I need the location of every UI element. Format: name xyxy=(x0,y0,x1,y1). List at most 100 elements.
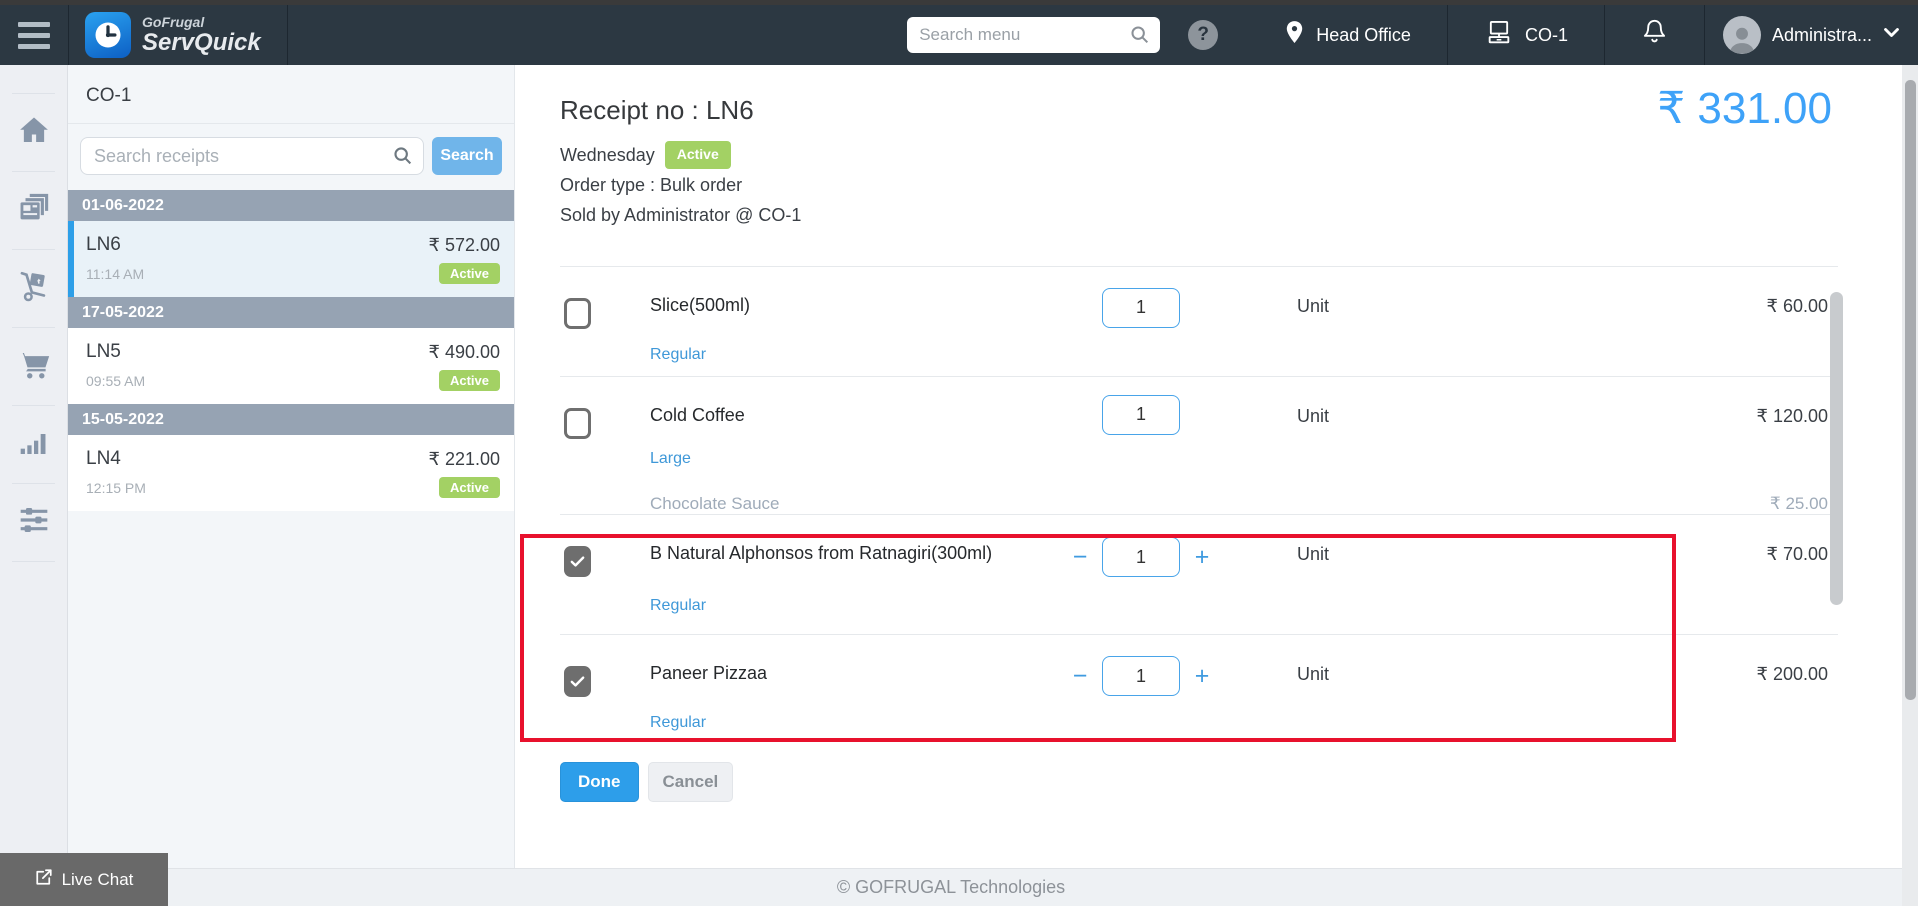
brand-top-label: GoFrugal xyxy=(142,14,205,31)
receipts-icon xyxy=(16,191,52,230)
receipt-amount: ₹ 572.00 xyxy=(428,234,500,255)
hand-truck-icon xyxy=(16,269,52,308)
avatar xyxy=(1722,16,1761,54)
live-chat-button[interactable]: Live Chat xyxy=(0,853,168,906)
quantity-increase-button[interactable]: + xyxy=(1193,544,1211,570)
done-button[interactable]: Done xyxy=(560,761,639,802)
receipt-time: 09:55 AM xyxy=(86,372,146,389)
brand-logo[interactable]: GoFrugal ServQuick xyxy=(69,12,287,58)
receipt-list-item[interactable]: LN6 ₹ 572.00 11:14 AM Active xyxy=(68,221,514,297)
navbar-divider xyxy=(286,5,288,65)
search-icon[interactable] xyxy=(392,145,414,172)
item-name: B Natural Alphonsos from Ratnagiri(300ml… xyxy=(650,542,993,563)
item-variant-link[interactable]: Large xyxy=(650,450,1071,468)
bell-icon xyxy=(1641,18,1668,52)
receipt-search-bar: Search xyxy=(68,124,514,190)
terminal-selector[interactable]: CO-1 xyxy=(1448,5,1604,65)
chevron-down-icon xyxy=(1883,26,1900,44)
item-name: Paneer Pizzaa xyxy=(650,662,768,683)
footer: © GOFRUGAL Technologies xyxy=(0,868,1902,906)
item-variant-link[interactable]: Regular xyxy=(650,346,1071,370)
item-addon-price: ₹ 25.00 xyxy=(1769,493,1828,513)
quantity-input[interactable] xyxy=(1102,656,1180,696)
item-variant-link[interactable]: Regular xyxy=(650,714,1071,739)
help-button[interactable]: ? xyxy=(1188,20,1219,50)
item-variant-link[interactable]: Regular xyxy=(650,597,1071,624)
sidebar-item-settings[interactable] xyxy=(0,484,67,561)
pos-terminal-icon xyxy=(1484,19,1514,52)
window-scrollbar-thumb[interactable] xyxy=(1905,80,1916,700)
location-label: Head Office xyxy=(1316,24,1411,45)
status-badge: Active xyxy=(664,141,731,169)
sold-by-label: Sold by Administrator @ CO-1 xyxy=(560,204,802,225)
menu-search-input[interactable] xyxy=(907,17,1161,53)
sidebar-divider xyxy=(12,561,55,562)
brand-text: GoFrugal ServQuick xyxy=(142,15,261,55)
user-label: Administra... xyxy=(1771,24,1872,45)
left-sidebar xyxy=(0,65,68,868)
order-item-row: Paneer Pizzaa − + Unit ₹ 200.00 Regular xyxy=(560,633,1838,746)
order-item-row: Cold Coffee − + Unit ₹ 120.00 Large Choc… xyxy=(560,375,1838,514)
date-group-header: 15-05-2022 xyxy=(68,404,514,435)
cancel-button[interactable]: Cancel xyxy=(647,761,734,802)
receipt-time: 11:14 AM xyxy=(86,265,145,282)
live-chat-label: Live Chat xyxy=(61,869,134,889)
item-checkbox[interactable] xyxy=(564,545,591,577)
item-unit: Unit xyxy=(1297,295,1330,316)
sidebar-item-receipts[interactable] xyxy=(0,172,67,249)
item-unit: Unit xyxy=(1297,663,1330,684)
receipt-list-item[interactable]: LN5 ₹ 490.00 09:55 AM Active xyxy=(68,328,514,404)
date-group-header: 01-06-2022 xyxy=(68,190,514,221)
receipt-amount: ₹ 490.00 xyxy=(428,341,500,362)
sidebar-item-reports[interactable] xyxy=(0,406,67,483)
item-name: Cold Coffee xyxy=(650,404,745,425)
item-price: ₹ 70.00 xyxy=(1766,543,1829,564)
item-checkbox[interactable] xyxy=(564,407,591,439)
receipt-id: LN6 xyxy=(86,234,121,255)
hamburger-menu-button[interactable] xyxy=(0,21,68,49)
brand-bottom-label: ServQuick xyxy=(142,28,261,56)
servquick-logo-icon xyxy=(85,12,131,58)
receipt-list-item[interactable]: LN4 ₹ 221.00 12:15 PM Active xyxy=(68,435,514,511)
item-price: ₹ 120.00 xyxy=(1756,405,1828,426)
store-label: CO-1 xyxy=(68,65,514,124)
status-badge: Active xyxy=(438,477,500,498)
menu-search xyxy=(907,17,1161,53)
status-badge: Active xyxy=(438,370,500,391)
item-price: ₹ 200.00 xyxy=(1756,663,1828,684)
date-group-header: 17-05-2022 xyxy=(68,297,514,328)
quantity-input[interactable] xyxy=(1102,394,1180,435)
quantity-decrease-button[interactable]: − xyxy=(1071,544,1089,570)
user-menu[interactable]: Administra... xyxy=(1705,5,1918,65)
item-price: ₹ 60.00 xyxy=(1766,295,1829,316)
item-checkbox[interactable] xyxy=(564,665,591,697)
receipt-id: LN4 xyxy=(86,448,121,469)
sliders-icon xyxy=(16,504,52,541)
external-link-icon xyxy=(35,868,53,891)
sidebar-item-purchase[interactable] xyxy=(0,250,67,327)
quantity-input[interactable] xyxy=(1102,287,1180,328)
quantity-input[interactable] xyxy=(1102,537,1180,578)
receipt-total: ₹ 331.00 xyxy=(1657,84,1832,133)
location-selector[interactable]: Head Office xyxy=(1248,5,1447,65)
quantity-increase-button[interactable]: + xyxy=(1193,663,1211,689)
copyright-label: © GOFRUGAL Technologies xyxy=(836,877,1066,897)
item-unit: Unit xyxy=(1297,543,1330,564)
item-checkbox[interactable] xyxy=(564,297,591,329)
search-icon[interactable] xyxy=(1129,24,1151,51)
location-pin-icon xyxy=(1284,19,1305,51)
item-unit: Unit xyxy=(1297,405,1330,426)
quantity-decrease-button[interactable]: − xyxy=(1071,663,1089,689)
sidebar-item-sales[interactable] xyxy=(0,328,67,405)
items-scrollbar-thumb[interactable] xyxy=(1830,292,1843,605)
notifications-button[interactable] xyxy=(1605,5,1704,65)
cart-icon xyxy=(15,347,53,386)
receipt-search-button[interactable]: Search xyxy=(432,137,502,175)
home-icon xyxy=(17,114,51,151)
window-scrollbar[interactable] xyxy=(1902,65,1918,906)
receipt-detail: Receipt no : LN6 Wednesday Active Order t… xyxy=(515,65,1902,868)
receipt-search-input[interactable] xyxy=(80,137,424,175)
sidebar-item-home[interactable] xyxy=(0,94,67,171)
receipts-panel: CO-1 Search 01-06-2022 LN6 ₹ 572.00 11:1… xyxy=(68,65,515,868)
hamburger-icon xyxy=(18,21,50,49)
